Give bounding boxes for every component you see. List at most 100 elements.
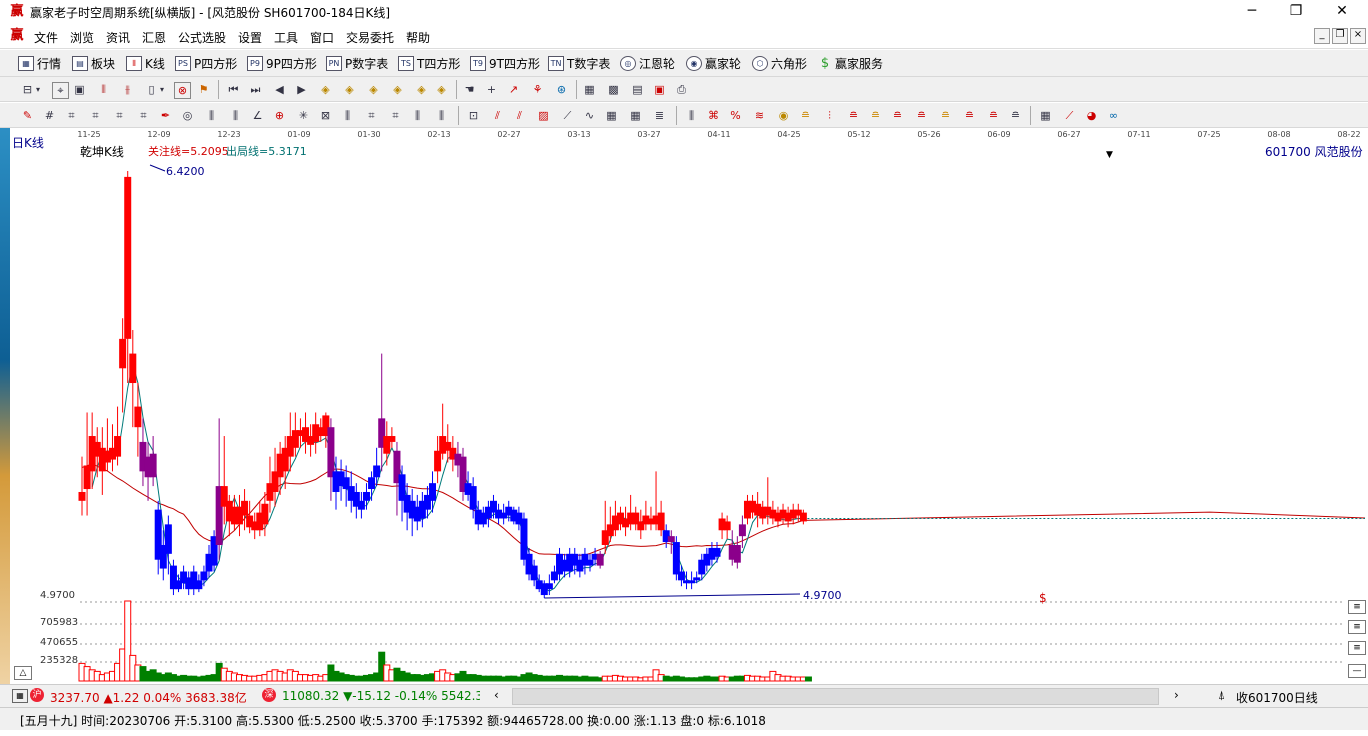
first-bar-icon[interactable]: ⏮ xyxy=(226,82,241,97)
grid-icon[interactable]: ▦ xyxy=(628,108,643,123)
table-icon[interactable]: ▦ xyxy=(1038,108,1053,123)
menu-news[interactable]: 资讯 xyxy=(106,29,130,46)
fib-icon[interactable]: ⌘ xyxy=(706,108,721,123)
level-icon[interactable]: ≘ xyxy=(962,108,977,123)
toolbar-quotes-button[interactable]: ▦ 行情 xyxy=(18,55,61,72)
bars-icon[interactable]: ⫼ xyxy=(410,108,425,123)
last-bar-icon[interactable]: ⏭ xyxy=(248,82,263,97)
line-icon[interactable]: ⟋ xyxy=(560,108,575,123)
menu-tools[interactable]: 工具 xyxy=(274,29,298,46)
hand-icon[interactable]: ☚ xyxy=(462,82,477,97)
save-icon[interactable]: ▣ xyxy=(652,82,667,97)
star-icon[interactable]: ✳ xyxy=(296,108,311,123)
bars-icon[interactable]: ⫼ xyxy=(434,108,449,123)
toolbar-winner-wheel-button[interactable]: ◉ 赢家轮 xyxy=(686,55,741,72)
box-icon[interactable]: ⊠ xyxy=(318,108,333,123)
menu-file[interactable]: 文件 xyxy=(34,29,58,46)
diamond-icon[interactable]: ◈ xyxy=(414,82,429,97)
toolbar-kline-button[interactable]: ⫴ K线 xyxy=(126,55,165,72)
angle-icon[interactable]: ∠ xyxy=(250,108,265,123)
parallel-icon[interactable]: ≣ xyxy=(652,108,667,123)
target-icon[interactable]: ⊕ xyxy=(272,108,287,123)
toolbar-blocks-button[interactable]: ▤ 板块 xyxy=(72,55,115,72)
cursor-icon[interactable]: ⌖ xyxy=(52,82,69,99)
wave-icon[interactable]: ∿ xyxy=(582,108,597,123)
collapse-button[interactable]: — xyxy=(1348,664,1366,678)
menu-browse[interactable]: 浏览 xyxy=(70,29,94,46)
diamond-icon[interactable]: ◈ xyxy=(390,82,405,97)
level-icon[interactable]: ≘ xyxy=(868,108,883,123)
menu-settings[interactable]: 设置 xyxy=(238,29,262,46)
chart-icon[interactable]: ⟋ xyxy=(1062,108,1077,123)
note-icon[interactable]: ▣ xyxy=(72,82,87,97)
zoom-in-button[interactable]: ≡ xyxy=(1348,600,1366,614)
level-icon[interactable]: ≘ xyxy=(914,108,929,123)
percent-icon[interactable]: % xyxy=(728,108,743,123)
flag-icon[interactable]: ⚑ xyxy=(196,82,211,97)
chevron-down-icon[interactable]: ▾ xyxy=(158,82,166,97)
diamond-icon[interactable]: ◈ xyxy=(366,82,381,97)
expand-button[interactable]: ≡ xyxy=(1348,641,1366,655)
horizontal-scrollbar[interactable] xyxy=(512,688,1159,705)
fan-icon[interactable]: ⚘ xyxy=(530,82,545,97)
close-button[interactable]: ✕ xyxy=(1320,0,1364,24)
bars-icon[interactable]: ⫼ xyxy=(340,108,355,123)
diamond-icon[interactable]: ◈ xyxy=(434,82,449,97)
toolbar-hexagon-button[interactable]: ⬡ 六角形 xyxy=(752,55,807,72)
pattern-icon[interactable]: ⌗ xyxy=(88,108,103,123)
bars-icon[interactable]: ⫼ xyxy=(684,108,699,123)
rect-icon[interactable]: ⊡ xyxy=(466,108,481,123)
globe-icon[interactable]: ⊛ xyxy=(554,82,569,97)
toolbar-p-square-button[interactable]: PS P四方形 xyxy=(175,55,237,72)
print-icon[interactable]: ⎙ xyxy=(674,82,689,97)
pattern-icon[interactable]: ⌗ xyxy=(388,108,403,123)
maximize-button[interactable]: ❐ xyxy=(1274,0,1318,24)
menu-trade[interactable]: 交易委托 xyxy=(346,29,394,46)
diamond-icon[interactable]: ◈ xyxy=(318,82,333,97)
toolbar-9p-square-button[interactable]: P9 9P四方形 xyxy=(247,55,317,72)
bar-type-icon[interactable]: ⫵ xyxy=(120,82,135,97)
kline-chart-area[interactable]: 11-25 12-09 12-23 01-09 01-30 02-13 02-27 03-13… xyxy=(0,128,1368,683)
grid-icon[interactable]: ▦ xyxy=(12,689,28,703)
zoom-out-button[interactable]: ≡ xyxy=(1348,620,1366,634)
pattern-icon[interactable]: ⌗ xyxy=(364,108,379,123)
list-icon[interactable]: ▤ xyxy=(630,82,645,97)
menu-huien[interactable]: 汇恩 xyxy=(142,29,166,46)
hatch-icon[interactable]: ▨ xyxy=(536,108,551,123)
toolbar-9t-square-button[interactable]: T9 9T四方形 xyxy=(470,55,540,72)
mdi-minimize-button[interactable]: _ xyxy=(1314,28,1330,44)
menu-help[interactable]: 帮助 xyxy=(406,29,430,46)
pen-icon[interactable]: ✎ xyxy=(20,108,35,123)
fan-lines-icon[interactable]: ⫽ xyxy=(512,108,527,123)
toolbar-gann-wheel-button[interactable]: ◎ 江恩轮 xyxy=(620,55,675,72)
toolbar-service-button[interactable]: $ 赢家服务 xyxy=(818,55,883,72)
calendar-icon[interactable]: ▦ xyxy=(582,82,597,97)
level-icon[interactable]: ≘ xyxy=(798,108,813,123)
trend-icon[interactable]: ↗ xyxy=(506,82,521,97)
minimize-button[interactable]: ─ xyxy=(1230,0,1274,24)
step-right-icon[interactable]: ▶ xyxy=(294,82,309,97)
menu-formula-select[interactable]: 公式选股 xyxy=(178,29,226,46)
diamond-icon[interactable]: ◈ xyxy=(342,82,357,97)
grid-lines-icon[interactable]: # xyxy=(42,108,57,123)
pattern-icon[interactable]: ⌗ xyxy=(64,108,79,123)
level-icon[interactable]: ≘ xyxy=(846,108,861,123)
kline-chart[interactable]: 11-25 12-09 12-23 01-09 01-30 02-13 02-27 03-13… xyxy=(0,128,1368,683)
menu-window[interactable]: 窗口 xyxy=(310,29,334,46)
kline-type-icon[interactable]: ⫴ xyxy=(96,82,111,97)
candle-icon[interactable]: ▯ xyxy=(144,82,159,97)
fan-lines-icon[interactable]: ⫽ xyxy=(490,108,505,123)
spiral-icon[interactable]: ◎ xyxy=(180,108,195,123)
layout-icon[interactable]: ⊟ xyxy=(20,82,35,97)
pattern-icon[interactable]: ⌗ xyxy=(112,108,127,123)
toolbar-t-number-button[interactable]: TN T数字表 xyxy=(548,55,610,72)
level-icon[interactable]: ≘ xyxy=(1008,108,1023,123)
brush-icon[interactable]: ✒ xyxy=(158,108,173,123)
toolbar-t-square-button[interactable]: TS T四方形 xyxy=(398,55,460,72)
level-icon[interactable]: ≘ xyxy=(986,108,1001,123)
indicator-icon[interactable]: ⊗ xyxy=(174,82,191,99)
infinity-icon[interactable]: ∞ xyxy=(1106,108,1121,123)
ruler-icon[interactable]: ⫶ xyxy=(822,108,837,123)
calculator-icon[interactable]: ▩ xyxy=(606,82,621,97)
step-left-icon[interactable]: ◀ xyxy=(272,82,287,97)
